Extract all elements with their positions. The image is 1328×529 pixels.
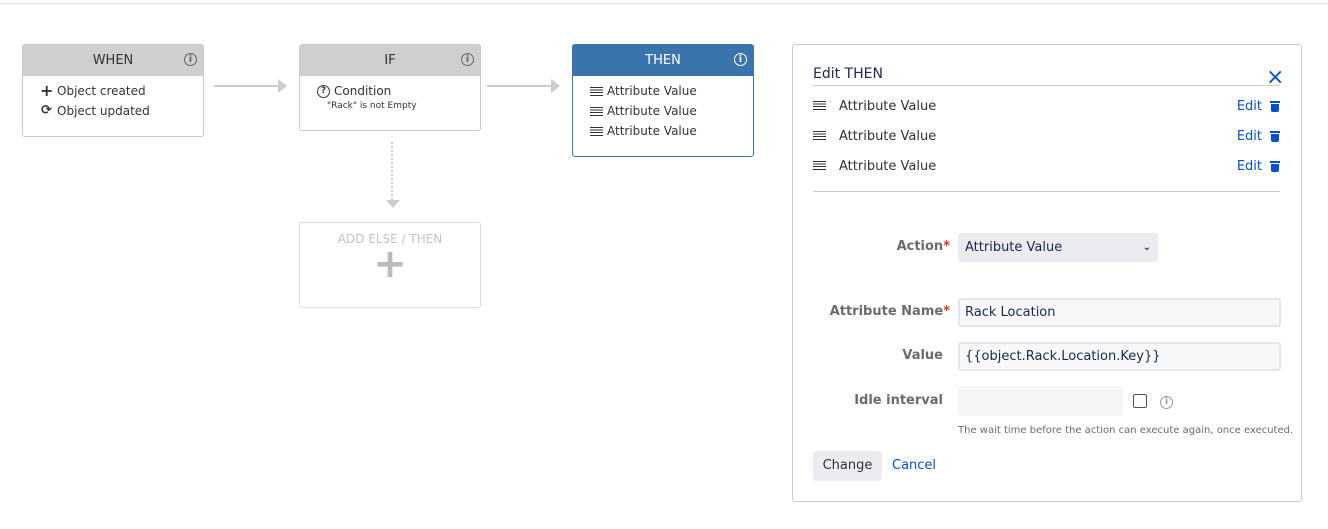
list-divider: [813, 191, 1280, 192]
value-label: Value: [902, 348, 943, 363]
idle-interval-checkbox[interactable]: [1133, 394, 1147, 408]
action-list-item: Attribute Value Edit: [813, 94, 1280, 118]
attribute-name-input[interactable]: Rack Location: [958, 298, 1281, 327]
action-list-item: Attribute Value Edit: [813, 124, 1280, 148]
if-card[interactable]: IF i ? Condition "Rack" is not Empty: [299, 44, 481, 131]
add-else-then-button[interactable]: ADD ELSE / THEN +: [299, 222, 481, 308]
then-card[interactable]: THEN i Attribute Value Attribute Value At…: [572, 44, 754, 157]
when-title: WHEN: [92, 53, 134, 68]
edit-link[interactable]: Edit: [1237, 129, 1262, 144]
plus-icon: +: [373, 241, 407, 287]
flow-arrow: [487, 79, 560, 93]
title-divider: [813, 85, 1280, 86]
trash-icon[interactable]: [1270, 100, 1280, 112]
trigger-item: ⟳ Object updated: [23, 101, 203, 121]
question-circle-icon: ?: [317, 84, 330, 98]
action-item: Attribute Value: [573, 101, 753, 121]
flow-arrow: [214, 79, 287, 93]
drag-handle-icon[interactable]: [813, 101, 826, 111]
list-icon: [590, 126, 603, 136]
when-card[interactable]: WHEN i + Object created ⟳ Object updated: [22, 44, 204, 137]
idle-interval-help: The wait time before the action can exec…: [958, 425, 1294, 436]
info-icon[interactable]: i: [1160, 396, 1173, 409]
idle-interval-label: Idle interval: [854, 393, 943, 408]
condition-item: ? Condition: [300, 81, 480, 101]
info-icon[interactable]: i: [734, 53, 747, 66]
idle-interval-input[interactable]: [958, 386, 1123, 416]
action-item: Attribute Value: [573, 81, 753, 101]
value-input[interactable]: {{object.Rack.Location.Key}}: [958, 342, 1281, 371]
edit-link[interactable]: Edit: [1237, 99, 1262, 114]
action-select[interactable]: Attribute Value ⌄: [958, 233, 1158, 262]
list-icon: [590, 106, 603, 116]
trash-icon[interactable]: [1270, 160, 1280, 172]
info-icon[interactable]: i: [184, 53, 197, 66]
action-item: Attribute Value: [573, 121, 753, 141]
chevron-down-icon: ⌄: [1142, 242, 1151, 253]
trigger-item: + Object created: [40, 81, 146, 100]
close-icon[interactable]: ×: [1266, 66, 1284, 90]
info-icon[interactable]: i: [461, 53, 474, 66]
edit-link[interactable]: Edit: [1237, 159, 1262, 174]
change-button[interactable]: Change: [813, 451, 882, 481]
drag-handle-icon[interactable]: [813, 161, 826, 171]
refresh-icon: ⟳: [41, 103, 52, 118]
top-divider: [0, 3, 1328, 4]
arrow-down-icon: [386, 200, 400, 208]
then-title: THEN: [645, 53, 681, 68]
attribute-name-label: Attribute Name*: [829, 304, 950, 319]
condition-detail: "Rack" is not Empty: [327, 101, 417, 111]
plus-icon: +: [40, 81, 54, 100]
drag-handle-icon[interactable]: [813, 131, 826, 141]
panel-title: Edit THEN: [813, 66, 883, 82]
action-label: Action*: [896, 239, 950, 254]
cancel-link[interactable]: Cancel: [892, 458, 936, 473]
list-icon: [590, 86, 603, 96]
dotted-connector: [391, 142, 393, 200]
trash-icon[interactable]: [1270, 130, 1280, 142]
action-list-item: Attribute Value Edit: [813, 154, 1280, 178]
if-title: IF: [384, 53, 396, 68]
